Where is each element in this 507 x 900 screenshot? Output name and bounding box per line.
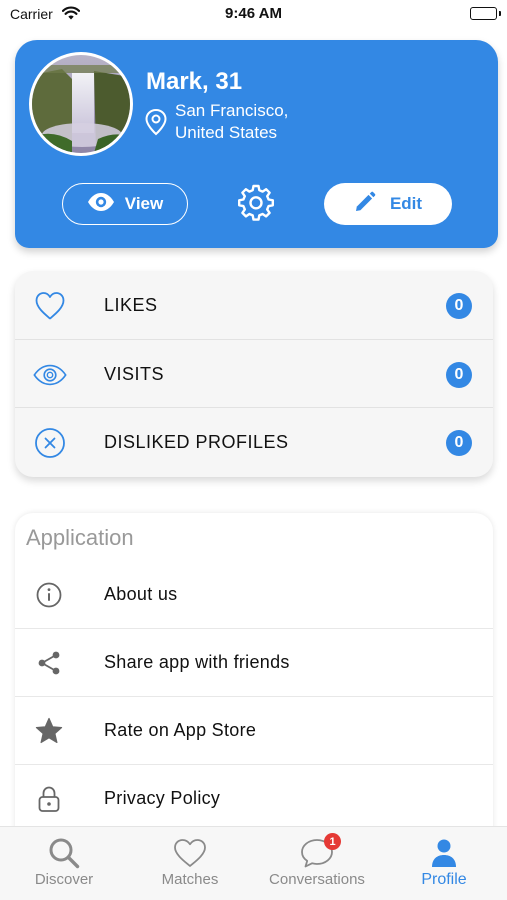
tab-label: Profile (421, 871, 467, 888)
stat-label: LIKES (104, 295, 158, 315)
person-icon (430, 837, 458, 869)
tab-matches[interactable]: Matches (150, 827, 230, 900)
lock-icon (35, 785, 63, 813)
view-profile-button[interactable]: View (62, 183, 188, 225)
eye-outline-icon (33, 358, 67, 392)
settings-button[interactable] (236, 184, 276, 224)
avatar[interactable] (29, 52, 133, 156)
gear-icon (237, 183, 275, 226)
share-icon (35, 649, 63, 677)
stat-row-likes[interactable]: LIKES 0 (15, 271, 493, 340)
menu-item-label: Rate on App Store (104, 720, 257, 740)
tab-label: Discover (34, 871, 94, 888)
menu-item-share[interactable]: Share app with friends (15, 629, 493, 697)
stat-label: VISITS (104, 363, 165, 384)
stat-row-disliked[interactable]: DISLIKED PROFILES 0 (15, 408, 493, 477)
location-country: United States (175, 123, 278, 142)
menu-item-about[interactable]: About us (15, 561, 493, 629)
heart-icon (173, 837, 207, 869)
unread-badge: 1 (324, 833, 341, 850)
menu-item-privacy[interactable]: Privacy Policy (15, 765, 493, 833)
profile-name: Mark, 31 (146, 68, 243, 95)
status-time: 9:46 AM (225, 5, 282, 22)
tab-profile[interactable]: Profile (404, 827, 484, 900)
view-button-label: View (124, 194, 164, 213)
avatar-image (32, 55, 130, 153)
menu-item-label: About us (104, 584, 178, 604)
heart-outline-icon (33, 289, 67, 323)
profile-card: Mark, 31 San Francisco, United States Vi… (15, 40, 498, 248)
count-badge: 0 (446, 361, 472, 388)
application-card: Application About us Share app with frie… (15, 513, 493, 833)
chat-icon: 1 (299, 833, 341, 869)
stat-row-visits[interactable]: VISITS 0 (15, 340, 493, 408)
battery-icon (470, 7, 497, 20)
menu-item-label: Privacy Policy (104, 788, 221, 808)
star-icon (35, 717, 63, 745)
tab-label: Conversations (269, 871, 365, 888)
eye-icon (87, 192, 115, 217)
tab-conversations[interactable]: 1 Conversations (262, 827, 372, 900)
stats-card: LIKES 0 VISITS 0 DISLIKED PROFILES 0 (15, 271, 493, 477)
pencil-icon (354, 191, 376, 218)
tab-bar: Discover Matches 1 Conversations Profile (0, 826, 507, 900)
menu-item-label: Share app with friends (104, 652, 290, 672)
menu-item-rate[interactable]: Rate on App Store (15, 697, 493, 765)
edit-profile-button[interactable]: Edit (324, 183, 452, 225)
close-circle-icon (33, 426, 67, 460)
section-title: Application (26, 525, 134, 550)
stat-label: DISLIKED PROFILES (104, 432, 289, 452)
info-icon (35, 581, 63, 609)
count-badge: 0 (446, 293, 472, 319)
tab-discover[interactable]: Discover (24, 827, 104, 900)
location-city: San Francisco, (175, 101, 289, 120)
edit-button-label: Edit (389, 194, 423, 213)
tab-label: Matches (161, 871, 219, 888)
status-bar: Carrier 9:46 AM (0, 0, 507, 30)
location-pin-icon (143, 108, 169, 141)
search-icon (48, 837, 80, 869)
count-badge: 0 (446, 430, 472, 456)
